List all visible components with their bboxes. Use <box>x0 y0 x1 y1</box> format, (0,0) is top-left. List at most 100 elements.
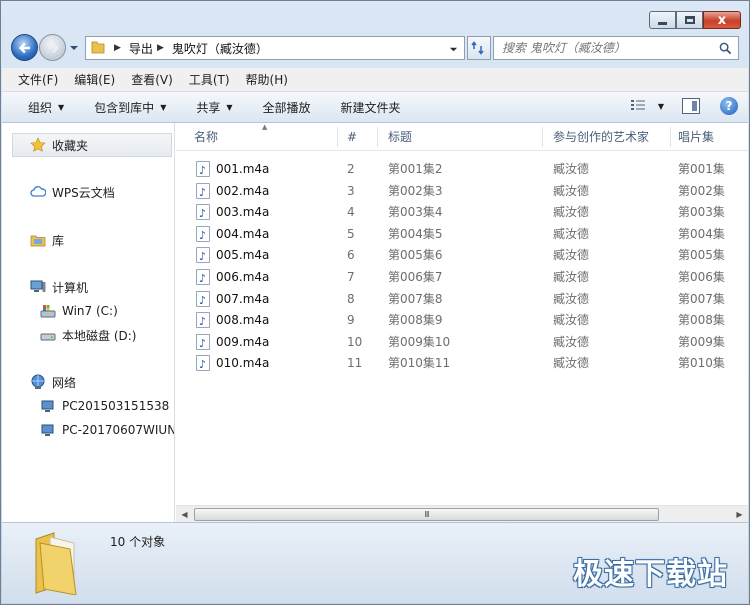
file-name-cell[interactable]: 008.m4a <box>196 309 336 331</box>
address-dropdown-icon[interactable] <box>449 45 458 54</box>
play-all-label: 全部播放 <box>262 100 311 115</box>
tree-item-label: 库 <box>52 233 65 248</box>
chevron-down-icon: ▼ <box>657 101 664 111</box>
audio-file-icon <box>196 268 210 288</box>
column-divider[interactable] <box>542 127 543 147</box>
table-row[interactable]: 008.m4a 9 第008集9 臧汝德 第008集 <box>176 309 748 331</box>
new-folder-button[interactable]: 新建文件夹 <box>341 99 401 116</box>
table-row[interactable]: 001.m4a 2 第001集2 臧汝德 第001集 <box>176 158 748 180</box>
organize-button[interactable]: 组织 ▼ <box>28 99 64 116</box>
file-list: ▲ 名称 # 标题 参与创作的艺术家 唱片集 001.m4a 2 第001集2 臧汝德… <box>176 123 748 522</box>
breadcrumb-separator-icon[interactable]: ▶ <box>114 43 121 53</box>
menu-edit[interactable]: 编辑(E) <box>74 71 115 88</box>
refresh-button[interactable] <box>467 36 491 60</box>
file-name-cell[interactable]: 005.m4a <box>196 244 336 266</box>
tree-item-pc2[interactable]: PC-20170607WIUN <box>40 420 174 440</box>
table-row[interactable]: 004.m4a 5 第004集5 臧汝德 第004集 <box>176 223 748 245</box>
column-header-name[interactable]: 名称 <box>194 123 334 151</box>
file-name: 002.m4a <box>216 183 270 198</box>
audio-file-icon <box>196 354 210 374</box>
network-computer-icon <box>40 422 56 438</box>
file-name-cell[interactable]: 001.m4a <box>196 158 336 180</box>
menu-help[interactable]: 帮助(H) <box>246 71 288 88</box>
close-icon: x <box>717 12 727 28</box>
file-artist: 臧汝德 <box>553 270 590 284</box>
tree-item-pc1[interactable]: PC201503151538 <box>40 396 169 416</box>
change-view-button[interactable]: ▼ <box>630 99 664 113</box>
breadcrumb-item[interactable]: 鬼吹灯（臧汝德） <box>172 40 268 57</box>
file-name-cell[interactable]: 006.m4a <box>196 266 336 288</box>
file-title: 第008集9 <box>388 313 443 328</box>
play-all-button[interactable]: 全部播放 <box>263 99 311 116</box>
column-divider[interactable] <box>670 127 671 147</box>
menu-tools[interactable]: 工具(T) <box>189 71 230 88</box>
search-icon[interactable] <box>719 42 732 55</box>
file-name: 010.m4a <box>216 356 270 371</box>
breadcrumb-item[interactable]: 导出 <box>129 40 153 57</box>
column-header-number[interactable]: # <box>347 123 377 151</box>
file-album: 第010集 <box>678 356 725 371</box>
help-icon[interactable]: ? <box>720 97 738 115</box>
share-label: 共享 <box>196 100 221 115</box>
file-album: 第009集 <box>678 334 725 349</box>
column-divider[interactable] <box>377 127 378 147</box>
maximize-button[interactable] <box>676 11 703 29</box>
file-album: 第006集 <box>678 270 725 284</box>
audio-file-icon <box>196 160 210 180</box>
file-name-cell[interactable]: 003.m4a <box>196 201 336 223</box>
table-row[interactable]: 006.m4a 7 第006集7 臧汝德 第006集 <box>176 266 748 288</box>
tree-item-network[interactable]: 网络 <box>30 372 76 392</box>
recent-pages-dropdown-icon[interactable] <box>69 43 79 53</box>
breadcrumb-separator-icon[interactable]: ▶ <box>157 43 164 53</box>
column-divider[interactable] <box>337 127 338 147</box>
table-row[interactable]: 007.m4a 8 第007集8 臧汝德 第007集 <box>176 288 748 310</box>
file-name-cell[interactable]: 007.m4a <box>196 288 336 310</box>
table-row[interactable]: 009.m4a 10 第009集10 臧汝德 第009集 <box>176 331 748 353</box>
tree-item-computer[interactable]: 计算机 <box>30 277 88 297</box>
address-bar[interactable]: ▶ 导出 ▶ 鬼吹灯（臧汝德） <box>85 36 465 60</box>
column-header-artist[interactable]: 参与创作的艺术家 <box>553 123 671 151</box>
network-icon <box>30 374 46 390</box>
table-row[interactable]: 003.m4a 4 第003集4 臧汝德 第003集 <box>176 201 748 223</box>
horizontal-scrollbar[interactable]: ◀ III ▶ <box>176 505 748 522</box>
file-artist: 臧汝德 <box>553 248 590 263</box>
file-album: 第002集 <box>678 183 725 198</box>
file-name-cell[interactable]: 010.m4a <box>196 352 336 374</box>
include-in-library-button[interactable]: 包含到库中 ▼ <box>94 99 166 116</box>
file-name: 004.m4a <box>216 226 270 241</box>
menu-file[interactable]: 文件(F) <box>18 71 58 88</box>
forward-button[interactable] <box>39 34 66 61</box>
search-box[interactable] <box>493 36 739 60</box>
tree-item-label: PC201503151538 <box>62 399 170 413</box>
minimize-button[interactable] <box>649 11 676 29</box>
folder-icon <box>30 529 92 598</box>
preview-pane-button[interactable] <box>682 98 700 114</box>
scroll-left-icon[interactable]: ◀ <box>176 506 193 523</box>
close-button[interactable]: x <box>703 11 741 29</box>
menu-view[interactable]: 查看(V) <box>131 71 173 88</box>
column-headers: ▲ 名称 # 标题 参与创作的艺术家 唱片集 <box>176 123 748 151</box>
table-row[interactable]: 002.m4a 3 第002集3 臧汝德 第002集 <box>176 180 748 202</box>
chevron-down-icon: ▼ <box>58 102 65 112</box>
tree-item-drive-d[interactable]: 本地磁盘 (D:) <box>40 325 136 345</box>
scroll-right-icon[interactable]: ▶ <box>731 506 748 523</box>
column-header-title[interactable]: 标题 <box>388 123 538 151</box>
details-pane: 10 个对象 极速下载站 <box>2 522 748 603</box>
column-header-album[interactable]: 唱片集 <box>678 123 748 151</box>
file-name: 001.m4a <box>216 162 270 176</box>
tree-item-drive-c[interactable]: Win7 (C:) <box>40 301 118 321</box>
share-button[interactable]: 共享 ▼ <box>196 99 232 116</box>
file-name-cell[interactable]: 002.m4a <box>196 180 336 202</box>
tree-item-library[interactable]: 库 <box>30 230 64 250</box>
table-row[interactable]: 010.m4a 11 第010集11 臧汝德 第010集 <box>176 352 748 374</box>
tree-item-favorites[interactable]: 收藏夹 <box>30 135 88 155</box>
table-row[interactable]: 005.m4a 6 第005集6 臧汝德 第005集 <box>176 244 748 266</box>
scroll-thumb[interactable]: III <box>194 508 659 521</box>
file-name-cell[interactable]: 009.m4a <box>196 331 336 353</box>
back-button[interactable] <box>11 34 38 61</box>
tree-item-wps-cloud[interactable]: WPS云文档 <box>30 182 115 202</box>
file-name-cell[interactable]: 004.m4a <box>196 223 336 245</box>
search-input[interactable] <box>502 41 712 55</box>
star-icon <box>30 137 46 153</box>
content-area: 收藏夹 WPS云文档 库 计算机 Win7 (C:) 本地磁盘 (D:) 网络 … <box>2 123 748 522</box>
